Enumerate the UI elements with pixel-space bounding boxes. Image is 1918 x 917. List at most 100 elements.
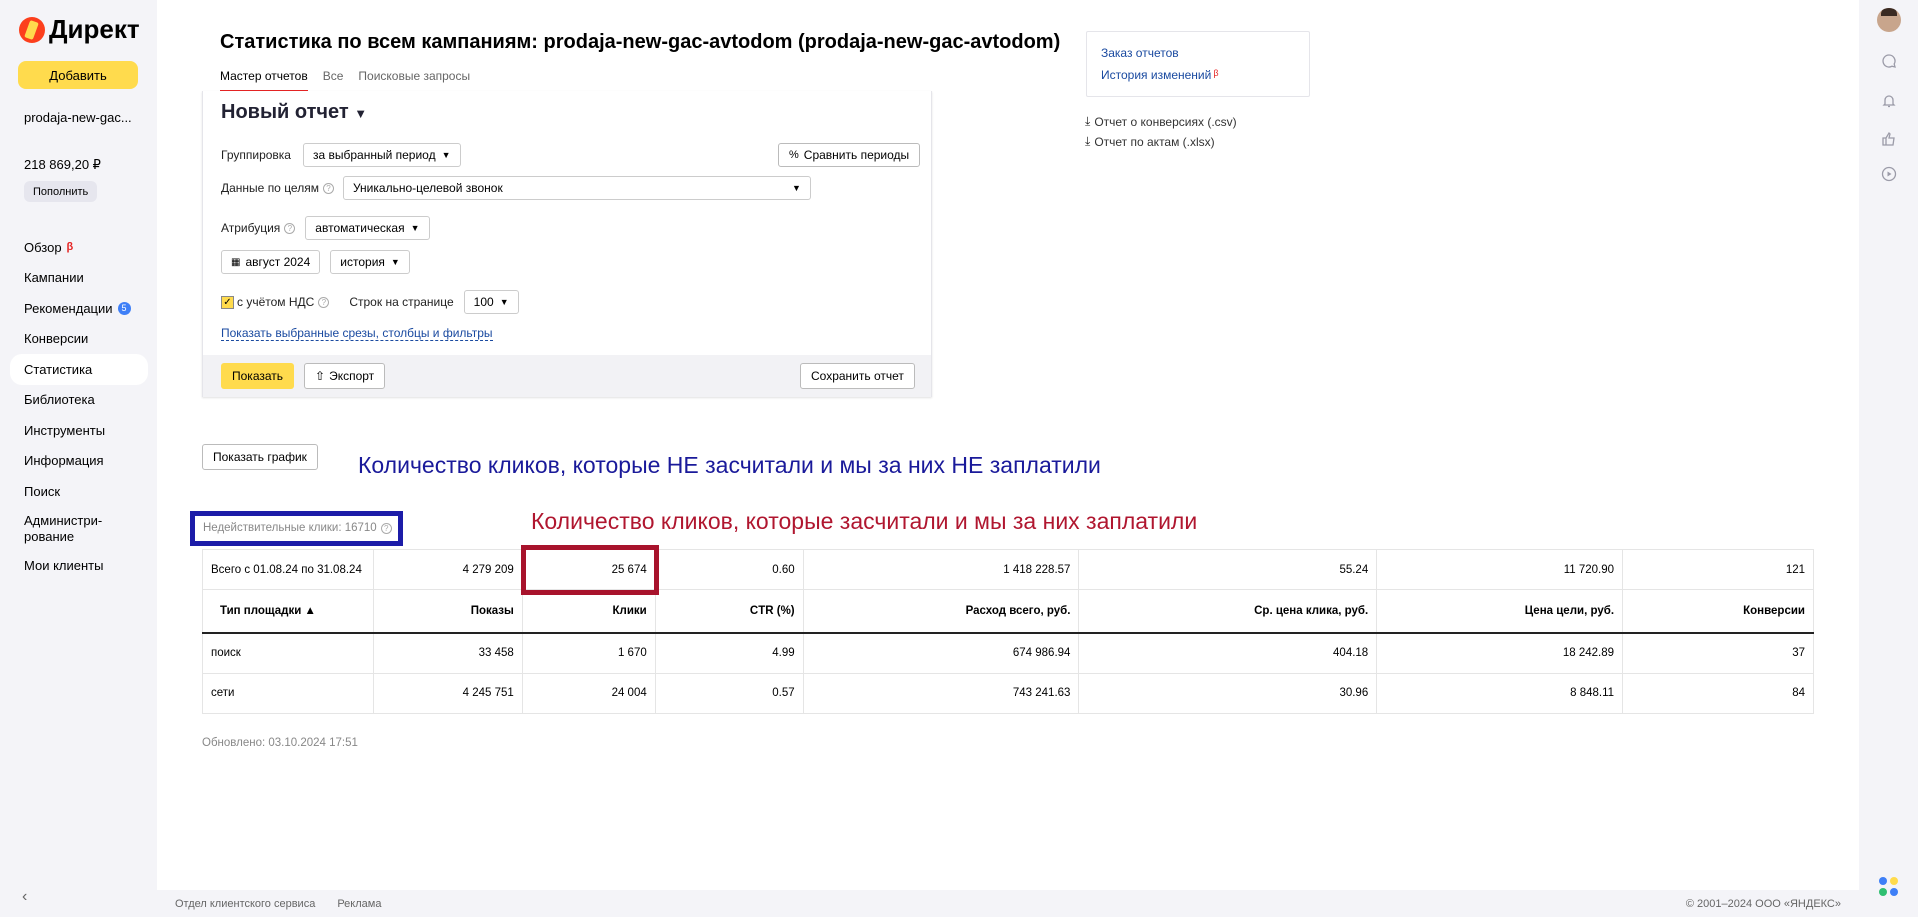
sidebar-item-search[interactable]: Поиск (10, 476, 148, 507)
goals-select[interactable]: Уникально-целевой звонок ▼ (342, 176, 811, 200)
sidebar-item-my-clients[interactable]: Мои клиенты (10, 551, 148, 582)
thumb-up-icon[interactable] (1880, 130, 1898, 148)
table-row: сети 4 245 751 24 004 0.57 743 241.63 30… (202, 672, 1814, 714)
table-cell: 1 418 228.57 (802, 549, 1080, 590)
column-header-cost[interactable]: Расход всего, руб. (802, 589, 1080, 634)
table-cell: 0.57 (654, 672, 804, 714)
tab-report-wizard[interactable]: Мастер отчетов (220, 69, 308, 92)
sidebar-item-administration[interactable]: Администри- рование (10, 507, 148, 551)
table-cell: Всего с 01.08.24 по 31.08.24 (202, 549, 374, 590)
column-header-placement[interactable]: Тип площадки ▲ (202, 589, 374, 634)
sidebar-item-campaigns[interactable]: Кампании (10, 263, 148, 294)
compare-periods-button[interactable]: % Сравнить периоды (778, 143, 921, 167)
calendar-icon: ▦ (231, 256, 241, 268)
table-total-row: Всего с 01.08.24 по 31.08.24 4 279 209 2… (202, 549, 1814, 590)
help-icon[interactable]: ? (284, 222, 296, 234)
column-header-clicks[interactable]: Клики (521, 589, 656, 634)
table-cell: 8 848.11 (1376, 672, 1624, 714)
page-footer: Отдел клиентского сервиса Реклама © 2001… (157, 890, 1859, 917)
show-filters-link[interactable]: Показать выбранные срезы, столбцы и филь… (221, 326, 493, 341)
table-cell: 37 (1622, 632, 1814, 674)
export-button[interactable]: ⇧ Экспорт (304, 363, 386, 389)
history-value: история (340, 255, 385, 269)
save-report-button[interactable]: Сохранить отчет (800, 363, 915, 389)
grouping-label: Группировка (221, 148, 291, 162)
table-cell: 121 (1622, 549, 1814, 590)
sidebar-item-overview[interactable]: Обзор β (10, 232, 148, 263)
column-header-avg-cpc[interactable]: Ср. цена клика, руб. (1078, 589, 1378, 634)
avatar[interactable] (1877, 8, 1901, 32)
conversions-csv-label: Отчет о конверсиях (.csv) (1094, 114, 1237, 129)
attribution-row: Атрибуция ? автоматическая ▼ (221, 216, 430, 240)
panel-footer: Показать ⇧ Экспорт Сохранить отчет (203, 355, 931, 397)
sidebar-item-label: Инструменты (24, 422, 106, 438)
goals-label: Данные по целям (221, 181, 319, 195)
balance: 218 869,20 ₽ (24, 157, 101, 172)
direct-logo[interactable]: Директ (19, 14, 140, 45)
vat-checkbox[interactable]: ✓ (221, 295, 234, 309)
statistics-table: Всего с 01.08.24 по 31.08.24 4 279 209 2… (202, 549, 1814, 714)
sidebar-item-recommendations[interactable]: Рекомендации 5 (10, 293, 148, 324)
acts-xlsx-link[interactable]: ⤓ Отчет по актам (.xlsx) (1085, 134, 1215, 149)
table-cell: 84 (1622, 672, 1814, 714)
copyright: © 2001–2024 ООО «ЯНДЕКС» (1685, 898, 1841, 910)
period-row: ▦ август 2024 история ▼ (221, 250, 410, 274)
footer-link-advertising[interactable]: Реклама (337, 898, 381, 910)
goals-row: Данные по целям ? Уникально-целевой звон… (221, 176, 811, 200)
annotation-paid-clicks: Количество кликов, которые засчитали и м… (531, 508, 1198, 534)
account-name[interactable]: prodaja-new-gac... (24, 110, 132, 125)
sidebar-nav: Обзор β Кампании Рекомендации 5 Конверси… (10, 232, 148, 581)
chat-icon[interactable] (1880, 52, 1898, 70)
chevron-down-icon: ▼ (792, 183, 801, 193)
footer-link-client-service[interactable]: Отдел клиентского сервиса (175, 898, 315, 910)
goals-value: Уникально-целевой звонок (352, 181, 503, 195)
add-button[interactable]: Добавить (18, 61, 138, 89)
left-sidebar: Директ Добавить prodaja-new-gac... 218 8… (0, 0, 157, 917)
conversions-csv-link[interactable]: ⤓ Отчет о конверсиях (.csv) (1085, 114, 1237, 129)
help-icon[interactable]: ? (318, 296, 330, 308)
beta-mark: β (1213, 68, 1219, 78)
show-chart-button[interactable]: Показать график (202, 444, 318, 470)
sidebar-item-label: Статистика (24, 361, 93, 377)
tab-search-queries[interactable]: Поисковые запросы (358, 69, 470, 92)
sidebar-item-statistics[interactable]: Статистика (10, 354, 148, 385)
chevron-down-icon: ▼ (441, 150, 451, 160)
show-button[interactable]: Показать (221, 363, 295, 389)
sidebar-item-label: Рекомендации (24, 300, 113, 316)
table-cell: 24 004 (521, 672, 656, 714)
table-cell: 404.18 (1078, 632, 1378, 674)
play-icon[interactable] (1880, 165, 1898, 183)
chevron-down-icon: ▼ (410, 223, 420, 233)
help-icon[interactable]: ? (322, 182, 334, 194)
attribution-select[interactable]: автоматическая ▼ (305, 216, 430, 240)
sidebar-item-information[interactable]: Информация (10, 446, 148, 477)
history-link[interactable]: История изменений (1101, 68, 1211, 82)
sidebar-item-tools[interactable]: Инструменты (10, 415, 148, 446)
topup-button[interactable]: Пополнить (24, 181, 98, 202)
history-select[interactable]: история ▼ (330, 250, 410, 274)
report-title[interactable]: Новый отчет ▼ (221, 101, 367, 124)
sidebar-item-library[interactable]: Библиотека (10, 385, 148, 416)
grouping-select[interactable]: за выбранный период ▼ (302, 143, 461, 167)
column-header-ctr[interactable]: CTR (%) (654, 589, 804, 634)
services-icon[interactable] (1879, 877, 1899, 897)
collapse-sidebar-icon[interactable]: ‹ (22, 888, 27, 906)
bell-icon[interactable] (1880, 92, 1898, 110)
annotation-invalid-clicks: Количество кликов, которые НЕ засчитали … (358, 452, 1101, 478)
column-header-conversions[interactable]: Конверсии (1622, 589, 1814, 634)
vat-row: ✓ с учётом НДС ? Строк на странице 100 ▼ (221, 290, 519, 314)
column-header-impressions[interactable]: Показы (372, 589, 523, 634)
rows-label: Строк на странице (349, 295, 454, 309)
rows-select[interactable]: 100 ▼ (463, 290, 519, 314)
table-cell: 4.99 (654, 632, 804, 674)
beta-mark: β (66, 241, 74, 254)
column-header-goal-cost[interactable]: Цена цели, руб. (1376, 589, 1624, 634)
table-cell: 4 279 209 (372, 549, 523, 590)
sidebar-item-conversions[interactable]: Конверсии (10, 324, 148, 355)
percent-icon: % (789, 149, 799, 161)
tab-all[interactable]: Все (323, 69, 344, 92)
sidebar-item-label: Кампании (24, 270, 84, 286)
upload-icon: ⇧ (315, 369, 326, 383)
period-select[interactable]: ▦ август 2024 (221, 250, 321, 274)
order-reports-link[interactable]: Заказ отчетов (1101, 46, 1179, 60)
